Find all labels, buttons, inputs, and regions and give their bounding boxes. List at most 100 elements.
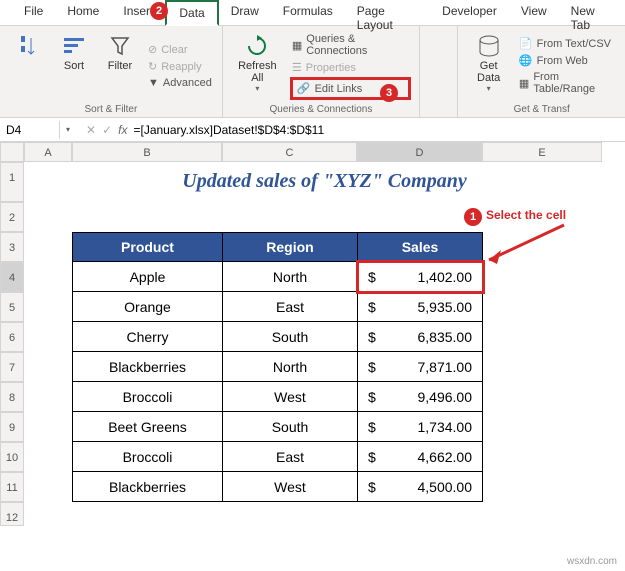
cell-region[interactable]: East (223, 442, 358, 472)
row-head-5[interactable]: 5 (0, 292, 24, 322)
ribbon-body: Sort Filter ⊘Clear ↻Reapply ▼Advanced So… (0, 26, 625, 118)
col-head-a[interactable]: A (24, 142, 72, 162)
sort-az-icon (19, 34, 37, 62)
arrow-annotation (479, 220, 579, 270)
cell-sales[interactable]: $6,835.00 (358, 322, 483, 352)
row-head-3[interactable]: 3 (0, 232, 24, 262)
from-table-icon: ▦ (519, 77, 529, 90)
cell-region[interactable]: South (223, 412, 358, 442)
tab-new[interactable]: New Tab (559, 0, 625, 25)
tab-draw[interactable]: Draw (219, 0, 271, 25)
queries-button[interactable]: ▦Queries & Connections (290, 32, 411, 58)
filter-button[interactable]: Filter (100, 30, 140, 102)
sort-filter-group-label: Sort & Filter (8, 102, 214, 115)
cell-product[interactable]: Beet Greens (73, 412, 223, 442)
reapply-button[interactable]: ↻Reapply (146, 59, 214, 74)
properties-button[interactable]: ☰Properties (290, 60, 411, 75)
queries-group-label: Queries & Connections (231, 102, 411, 115)
cell-sales[interactable]: $1,402.00 (358, 262, 483, 292)
edit-links-icon: 🔗 (297, 82, 311, 95)
cell-region[interactable]: North (223, 262, 358, 292)
cell-product[interactable]: Orange (73, 292, 223, 322)
cell-region[interactable]: West (223, 382, 358, 412)
col-head-e[interactable]: E (482, 142, 602, 162)
row-head-11[interactable]: 11 (0, 472, 24, 502)
header-sales: Sales (358, 233, 483, 262)
chevron-down-icon: ▾ (255, 84, 259, 93)
refresh-label: Refresh All (233, 60, 282, 84)
cell-sales[interactable]: $1,734.00 (358, 412, 483, 442)
col-head-d[interactable]: D (357, 142, 482, 162)
row-head-8[interactable]: 8 (0, 382, 24, 412)
select-all-corner[interactable] (0, 142, 24, 162)
tab-home[interactable]: Home (55, 0, 111, 25)
row-head-6[interactable]: 6 (0, 322, 24, 352)
name-box-dropdown-icon[interactable]: ▾ (60, 125, 76, 134)
get-data-button[interactable]: Get Data ▾ (466, 30, 511, 102)
row-head-9[interactable]: 9 (0, 412, 24, 442)
col-head-b[interactable]: B (72, 142, 222, 162)
cell-product[interactable]: Broccoli (73, 382, 223, 412)
table-row: OrangeEast$5,935.00 (73, 292, 483, 322)
cell-product[interactable]: Blackberries (73, 472, 223, 502)
col-head-c[interactable]: C (222, 142, 357, 162)
row-head-7[interactable]: 7 (0, 352, 24, 382)
advanced-button[interactable]: ▼Advanced (146, 76, 214, 90)
callout-2: 2 (150, 2, 168, 20)
fx-icon[interactable]: fx (118, 123, 127, 137)
sort-icon (62, 34, 86, 58)
cell-sales[interactable]: $9,496.00 (358, 382, 483, 412)
row-head-10[interactable]: 10 (0, 442, 24, 472)
callout-3: 3 (380, 84, 398, 102)
enter-formula-icon[interactable]: ✓ (102, 123, 112, 137)
name-box[interactable]: D4 (0, 121, 60, 139)
cell-sales[interactable]: $7,871.00 (358, 352, 483, 382)
row-head-2[interactable]: 2 (0, 202, 24, 232)
tab-page-layout[interactable]: Page Layout (345, 0, 430, 25)
cell-sales[interactable]: $4,662.00 (358, 442, 483, 472)
cell-product[interactable]: Apple (73, 262, 223, 292)
tab-data[interactable]: Data (165, 0, 218, 26)
from-text-button[interactable]: 📄From Text/CSV (517, 36, 617, 51)
tab-file[interactable]: File (12, 0, 55, 25)
sheet-title: Updated sales of "XYZ" Company (24, 162, 625, 202)
cell-region[interactable]: West (223, 472, 358, 502)
table-row: BroccoliWest$9,496.00 (73, 382, 483, 412)
cells-area[interactable]: Updated sales of "XYZ" Company 1 Select … (24, 162, 625, 526)
clear-button[interactable]: ⊘Clear (146, 42, 214, 57)
cancel-formula-icon[interactable]: ✕ (86, 123, 96, 137)
group-empty (420, 26, 458, 117)
cell-region[interactable]: East (223, 292, 358, 322)
group-sort-filter: Sort Filter ⊘Clear ↻Reapply ▼Advanced So… (0, 26, 223, 117)
advanced-icon: ▼ (148, 77, 159, 89)
row-head-12[interactable]: 12 (0, 502, 24, 526)
row-headers: 1 2 3 4 5 6 7 8 9 10 11 12 (0, 162, 24, 526)
properties-icon: ☰ (292, 61, 302, 74)
table-row: BroccoliEast$4,662.00 (73, 442, 483, 472)
tab-formulas[interactable]: Formulas (271, 0, 345, 25)
column-headers: A B C D E (0, 142, 625, 162)
cell-sales[interactable]: $4,500.00 (358, 472, 483, 502)
cell-product[interactable]: Blackberries (73, 352, 223, 382)
sort-button[interactable]: Sort (54, 30, 94, 102)
cell-region[interactable]: South (223, 322, 358, 352)
cell-product[interactable]: Broccoli (73, 442, 223, 472)
formula-input[interactable]: =[January.xlsx]Dataset!$D$4:$D$11 (133, 123, 324, 137)
table-row: BlackberriesWest$4,500.00 (73, 472, 483, 502)
cell-region[interactable]: North (223, 352, 358, 382)
sort-az-button[interactable] (8, 30, 48, 102)
tab-view[interactable]: View (509, 0, 559, 25)
cell-sales[interactable]: $5,935.00 (358, 292, 483, 322)
tab-developer[interactable]: Developer (430, 0, 509, 25)
table-row: BlackberriesNorth$7,871.00 (73, 352, 483, 382)
row-head-4[interactable]: 4 (0, 262, 24, 292)
table-header-row: Product Region Sales (73, 233, 483, 262)
clear-icon: ⊘ (148, 43, 157, 56)
from-web-button[interactable]: 🌐From Web (517, 53, 617, 68)
from-table-button[interactable]: ▦From Table/Range (517, 70, 617, 96)
get-data-label: Get Data (468, 60, 509, 84)
ribbon-tabs: File Home Insert Data Draw Formulas Page… (0, 0, 625, 26)
row-head-1[interactable]: 1 (0, 162, 24, 202)
refresh-all-button[interactable]: Refresh All ▾ (231, 30, 284, 102)
cell-product[interactable]: Cherry (73, 322, 223, 352)
